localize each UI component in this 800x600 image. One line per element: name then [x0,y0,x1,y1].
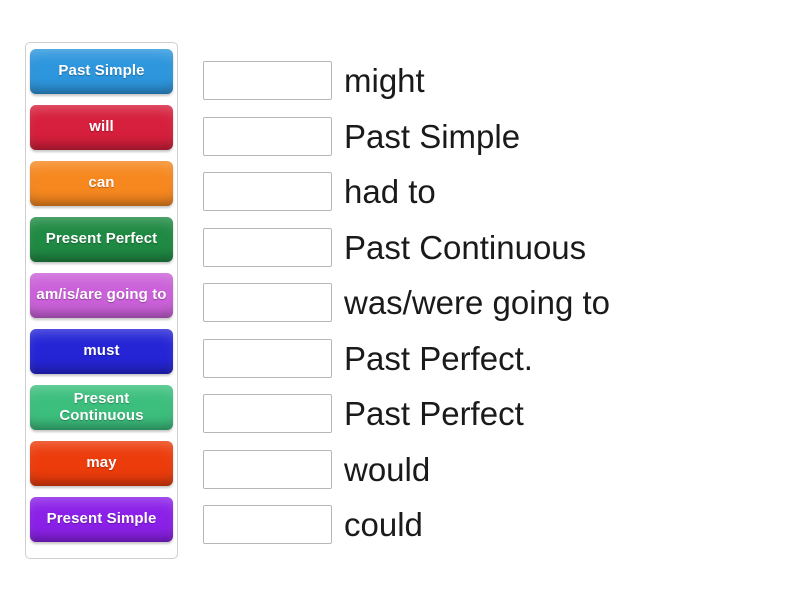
draggable-tile-label: Past Simple [58,62,145,80]
draggable-tile[interactable]: may [30,441,173,486]
draggable-tile-label: am/is/are going to [36,286,167,304]
answer-row-prompt: had to [344,173,436,211]
answer-dropzone[interactable] [203,227,332,267]
draggable-tile-tray: Past Simple will can Present Perfect am/is/a… [25,42,178,559]
answer-row: Past Continuous [203,220,783,276]
answer-dropzone[interactable] [203,449,332,489]
answer-dropzone[interactable] [203,505,332,545]
answer-row: could [203,497,783,553]
answer-row: might [203,53,783,109]
answer-row: would [203,442,783,498]
answer-row: Past Simple [203,109,783,165]
answer-row: was/were going to [203,275,783,331]
draggable-tile[interactable]: Present Simple [30,497,173,542]
draggable-tile[interactable]: Present Continuous [30,385,173,430]
answer-row-prompt: was/were going to [344,284,610,322]
answer-dropzone[interactable] [203,61,332,101]
answer-rows-list: might Past Simple had to Past Continuous was… [203,53,783,553]
answer-row: had to [203,164,783,220]
answer-row-prompt: Past Perfect [344,395,524,433]
draggable-tile-label: Present Perfect [45,230,158,248]
answer-dropzone[interactable] [203,283,332,323]
draggable-tile[interactable]: Past Simple [30,49,173,94]
answer-dropzone[interactable] [203,394,332,434]
draggable-tile[interactable]: can [30,161,173,206]
answer-row-prompt: Past Continuous [344,228,587,266]
draggable-tile[interactable]: am/is/are going to [30,273,173,318]
draggable-tile-label: must [83,342,120,360]
answer-row-prompt: Past Simple [344,117,521,155]
answer-row-prompt: Past Perfect. [344,339,533,377]
draggable-tile[interactable]: will [30,105,173,150]
draggable-tile-label: can [88,174,115,192]
answer-dropzone[interactable] [203,172,332,212]
answer-row: Past Perfect. [203,331,783,387]
match-up-activity: Past Simple will can Present Perfect am/is/a… [0,0,800,600]
draggable-tile-label: will [89,118,114,136]
answer-dropzone[interactable] [203,116,332,156]
draggable-tile-label: Present Continuous [59,390,144,424]
draggable-tile[interactable]: Present Perfect [30,217,173,262]
draggable-tile-label: may [86,454,117,472]
answer-row-prompt: might [344,62,425,100]
draggable-tile[interactable]: must [30,329,173,374]
answer-row-prompt: would [344,450,431,488]
answer-row: Past Perfect [203,386,783,442]
answer-dropzone[interactable] [203,338,332,378]
answer-row-prompt: could [344,506,423,544]
draggable-tile-label: Present Simple [46,510,157,528]
